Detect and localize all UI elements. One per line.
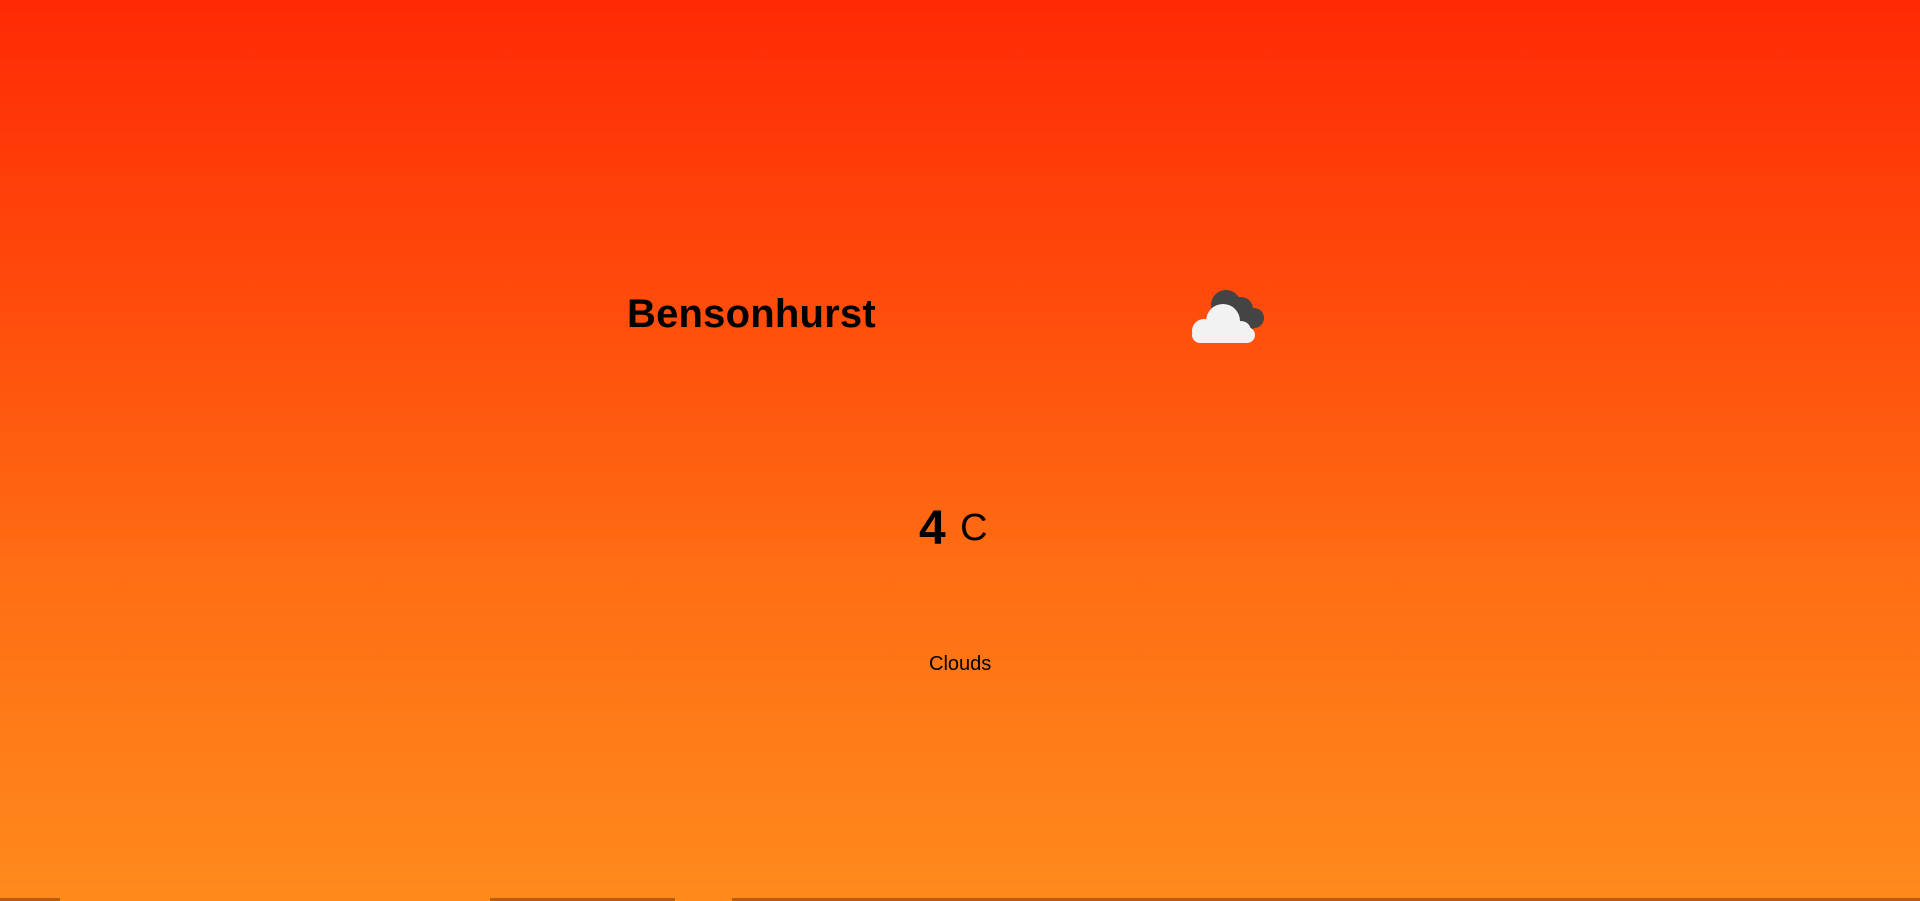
temperature-unit: C	[960, 507, 988, 549]
temperature-display: 4 C	[919, 499, 988, 570]
weather-condition: Clouds	[929, 653, 992, 675]
temperature-value: 4	[919, 502, 946, 555]
city-name: Bensonhurst	[627, 292, 876, 336]
cloud-icon	[1184, 283, 1276, 347]
